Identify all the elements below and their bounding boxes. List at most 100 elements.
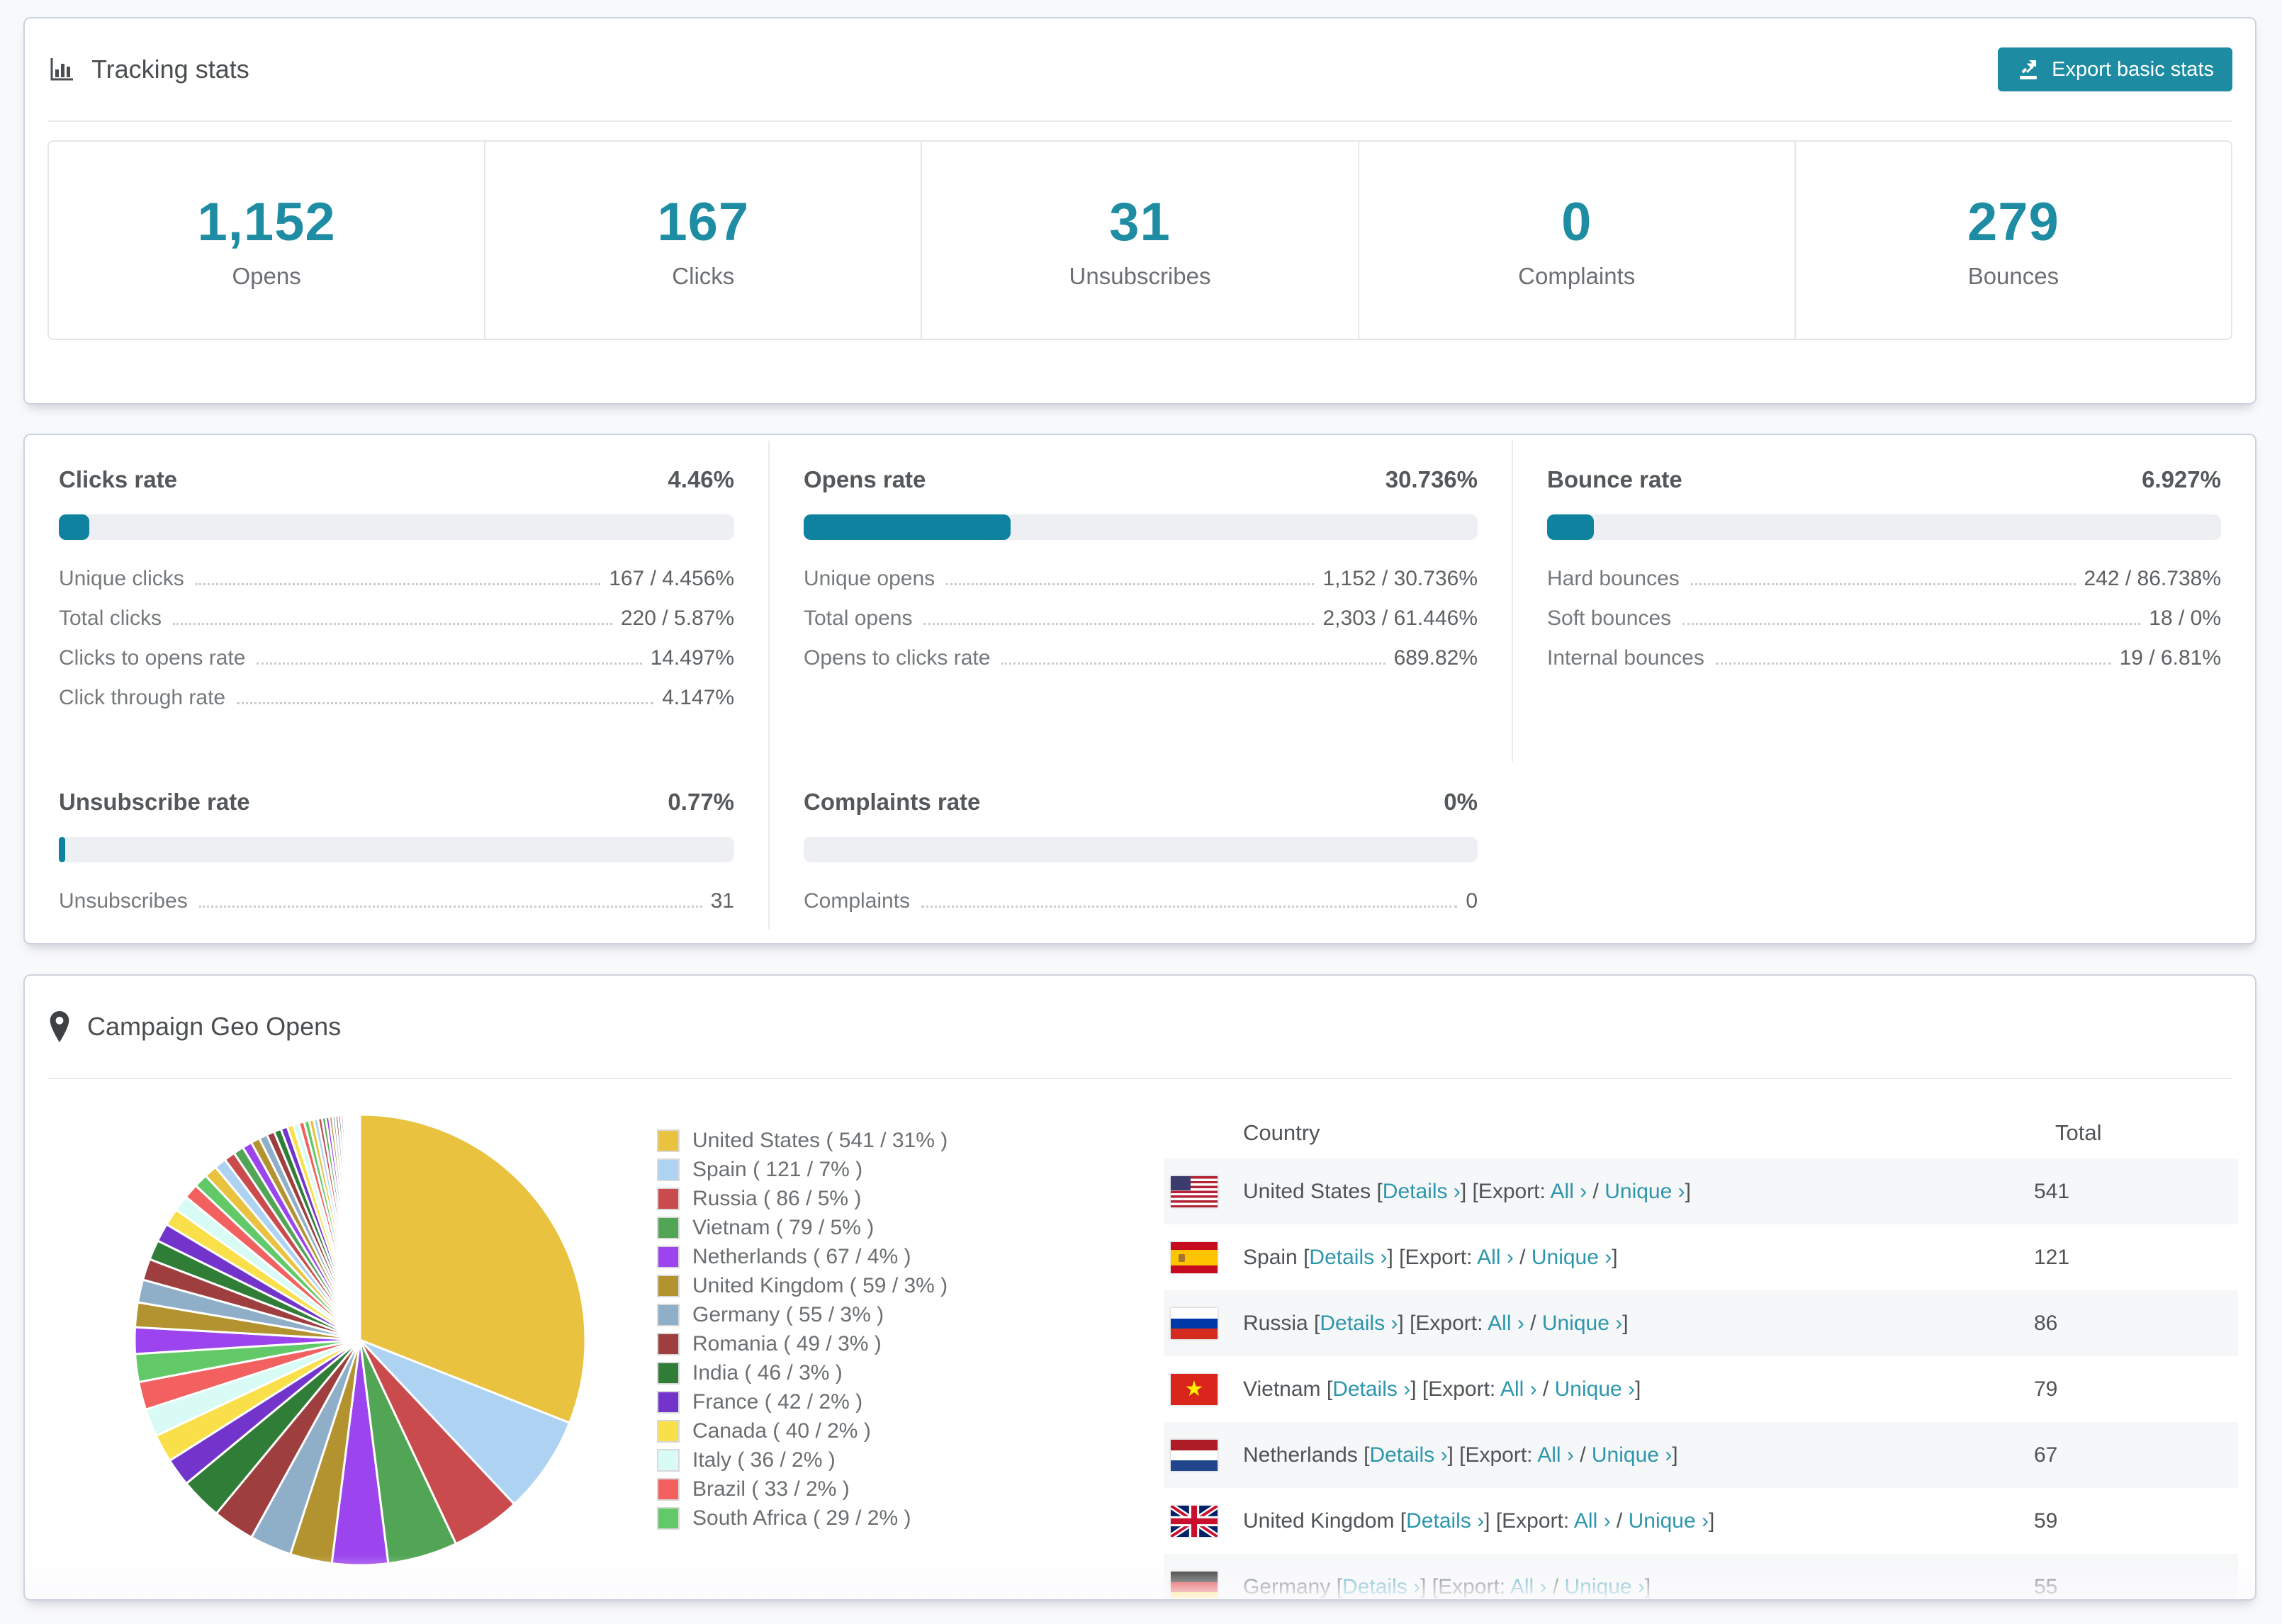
export-all-link[interactable]: All › [1510,1575,1547,1598]
legend-swatch [657,1303,680,1326]
stat-box: 0 Complaints [1359,142,1796,339]
progress-bar [59,514,734,540]
table-row: Germany [Details ›] [Export: All › / Uni… [1164,1554,2238,1599]
dotted-leader [1715,662,2111,665]
legend-item[interactable]: Canada ( 40 / 2% ) [657,1416,948,1445]
total-cell: 55 [2034,1574,2058,1598]
legend-item[interactable]: France ( 42 / 2% ) [657,1387,948,1416]
legend-swatch [657,1274,680,1297]
stat-value: 167 [657,191,750,252]
rate-rows: Hard bounces 242 / 86.738% Soft bounces 18 … [1547,567,2221,670]
export-all-link[interactable]: All › [1500,1377,1537,1401]
progress-bar [59,837,734,862]
stat-box: 31 Unsubscribes [922,142,1359,339]
export-unique-link[interactable]: Unique › [1604,1180,1685,1203]
legend-label: United Kingdom ( 59 / 3% ) [692,1273,948,1297]
progress-bar-fill [59,514,89,540]
pie-slice[interactable] [357,1113,361,1341]
legend-item[interactable]: Spain ( 121 / 7% ) [657,1155,948,1184]
legend-item[interactable]: South Africa ( 29 / 2% ) [657,1504,948,1533]
legend-label: Netherlands ( 67 / 4% ) [692,1244,911,1268]
dotted-leader [173,623,612,625]
rate-row-label: Opens to clicks rate [804,646,991,670]
country-cell: Germany [Details ›] [Export: All › / Uni… [1243,1574,1651,1598]
legend-swatch [657,1129,680,1152]
legend-swatch [657,1216,680,1239]
export-unique-link[interactable]: Unique › [1555,1377,1635,1401]
rate-head: Opens rate 30.736% [804,466,1478,493]
flag-gb-icon [1171,1505,1218,1537]
legend-item[interactable]: Romania ( 49 / 3% ) [657,1329,948,1358]
total-cell: 121 [2034,1245,2070,1269]
dotted-leader [946,583,1315,585]
export-unique-link[interactable]: Unique › [1629,1509,1709,1533]
rate-row: Soft bounces 18 / 0% [1547,607,2221,630]
dotted-leader [1690,583,2076,585]
export-basic-stats-button[interactable]: Export basic stats [1998,47,2232,91]
flag-ru-icon [1171,1307,1218,1339]
legend-item[interactable]: United States ( 541 / 31% ) [657,1126,948,1155]
stat-value: 1,152 [197,191,336,252]
dotted-leader [921,906,1458,908]
legend-label: France ( 42 / 2% ) [692,1389,863,1414]
stat-value: 279 [1967,191,2059,252]
rate-title: Opens rate [804,466,926,492]
rate-head: Clicks rate 4.46% [59,466,734,493]
details-link[interactable]: Details › [1406,1509,1484,1533]
export-unique-link[interactable]: Unique › [1531,1246,1612,1269]
country-cell: Vietnam [Details ›] [Export: All › / Uni… [1243,1377,1641,1401]
legend-item[interactable]: Italy ( 36 / 2% ) [657,1445,948,1474]
rate-rows: Unique clicks 167 / 4.456% Total clicks 220… [59,567,734,709]
dotted-leader [1001,662,1386,665]
details-link[interactable]: Details › [1342,1575,1420,1598]
rate-section-opens-rate: Opens rate 30.736% Unique opens 1,152 / 30.… [768,441,1512,763]
country-cell: Russia [Details ›] [Export: All › / Uniq… [1243,1311,1629,1335]
stat-box: 167 Clicks [485,142,923,339]
rate-head: Complaints rate 0% [804,789,1478,816]
details-link[interactable]: Details › [1332,1377,1410,1401]
geo-pie-chart[interactable] [130,1110,590,1570]
stat-label: Complaints [1518,262,1636,289]
details-link[interactable]: Details › [1369,1443,1447,1467]
legend-item[interactable]: Vietnam ( 79 / 5% ) [657,1213,948,1242]
legend-item[interactable]: Netherlands ( 67 / 4% ) [657,1242,948,1271]
flag-es-icon [1171,1241,1218,1273]
export-unique-link[interactable]: Unique › [1542,1312,1622,1335]
export-all-link[interactable]: All › [1477,1246,1514,1269]
legend-item[interactable]: United Kingdom ( 59 / 3% ) [657,1271,948,1300]
export-unique-link[interactable]: Unique › [1592,1443,1672,1467]
rate-rows: Complaints 0 [804,889,1478,913]
legend-swatch [657,1419,680,1443]
stat-box: 279 Bounces [1796,142,2231,339]
details-link[interactable]: Details › [1383,1180,1461,1203]
details-link[interactable]: Details › [1309,1246,1387,1269]
legend-item[interactable]: Russia ( 86 / 5% ) [657,1184,948,1213]
total-cell: 79 [2034,1377,2058,1401]
legend-item[interactable]: India ( 46 / 3% ) [657,1358,948,1387]
rate-row-label: Hard bounces [1547,567,1680,590]
column-header-country: Country [1243,1120,1320,1145]
legend-label: Vietnam ( 79 / 5% ) [692,1215,875,1239]
dotted-leader [237,702,654,704]
export-all-link[interactable]: All › [1537,1443,1574,1467]
export-all-link[interactable]: All › [1488,1312,1524,1335]
stat-value: 31 [1109,191,1171,252]
export-all-link[interactable]: All › [1551,1180,1587,1203]
tracking-stats-card: Tracking stats Export basic stats 1,152 O… [23,17,2256,405]
export-all-link[interactable]: All › [1574,1509,1611,1533]
legend-item[interactable]: Germany ( 55 / 3% ) [657,1300,948,1329]
rate-value: 30.736% [1385,466,1478,492]
page-title: Tracking stats [91,55,249,84]
country-cell: Netherlands [Details ›] [Export: All › /… [1243,1443,1678,1467]
export-unique-link[interactable]: Unique › [1565,1575,1645,1598]
dotted-leader [923,623,1315,625]
rate-section-bounce-rate: Bounce rate 6.927% Hard bounces 242 / 86.73… [1512,441,2255,763]
rate-row-label: Unique clicks [59,567,184,590]
table-row: United States [Details ›] [Export: All ›… [1164,1158,2238,1224]
rate-row: Unsubscribes 31 [59,889,734,913]
details-link[interactable]: Details › [1320,1312,1398,1335]
rate-row-value: 167 / 4.456% [609,567,734,590]
legend-label: Italy ( 36 / 2% ) [692,1448,836,1472]
legend-item[interactable]: Brazil ( 33 / 2% ) [657,1474,948,1504]
progress-bar [804,837,1478,862]
